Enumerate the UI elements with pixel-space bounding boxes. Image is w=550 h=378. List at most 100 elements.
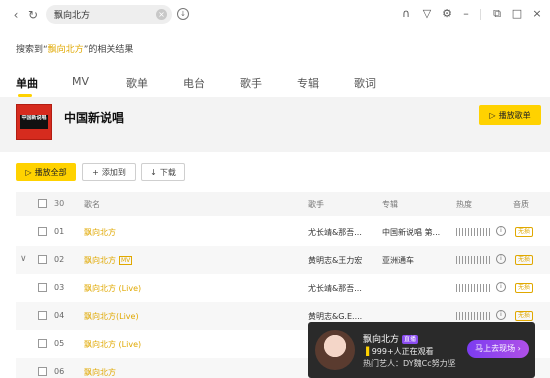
popup-title-line: 飘向北方 直播	[363, 332, 419, 345]
row-number: 03	[54, 283, 65, 292]
row-checkbox[interactable]	[38, 255, 47, 264]
song-artist[interactable]: 尤长靖&那吾...	[308, 227, 362, 238]
row-checkbox[interactable]	[38, 311, 47, 320]
skin-icon[interactable]: ▽	[420, 7, 434, 21]
play-playlist-label: 播放歌单	[498, 110, 531, 120]
download-button[interactable]: ↓ 下载	[141, 163, 185, 181]
play-playlist-button[interactable]: ▷ 播放歌单	[479, 105, 541, 125]
row-checkbox[interactable]	[38, 227, 47, 236]
row-number: 01	[54, 227, 65, 236]
plus-icon: +	[92, 167, 99, 177]
song-count: 30	[54, 199, 65, 208]
mini-player-icon[interactable]: ⧉	[490, 7, 504, 21]
select-all-checkbox[interactable]	[38, 199, 47, 208]
heat-bar	[456, 228, 490, 236]
search-box[interactable]: 飘向北方 ×	[46, 5, 172, 24]
popup-title: 飘向北方	[363, 335, 400, 345]
album-card[interactable]: 中国新说唱 中国新说唱 ▷ 播放歌单	[0, 97, 550, 152]
header-album: 专辑	[382, 200, 398, 209]
song-artist[interactable]: 黄明志&王力宏	[308, 255, 362, 266]
row-number: 04	[54, 311, 65, 320]
divider	[480, 9, 481, 20]
download-label: 下载	[159, 167, 176, 177]
info-icon[interactable]: i	[496, 310, 506, 320]
tab-songs[interactable]: 单曲	[16, 75, 38, 91]
heat-bar	[456, 284, 490, 292]
album-title[interactable]: 中国新说唱	[64, 109, 124, 126]
chevron-down-icon[interactable]: ∨	[20, 254, 27, 264]
info-icon[interactable]: i	[496, 226, 506, 236]
quality-badge: 无损	[515, 227, 534, 237]
settings-icon[interactable]: ⚙	[440, 7, 454, 21]
result-suffix: ”的相关结果	[83, 45, 134, 55]
search-result-summary: 搜索到“飘向北方”的相关结果	[16, 42, 133, 55]
row-number: 06	[54, 367, 65, 376]
quality-badge: 无损	[515, 311, 534, 321]
viewer-count-text: 999+人正在观看	[371, 347, 434, 356]
voice-search-icon[interactable]: ↓	[177, 8, 189, 20]
play-icon: ▷	[25, 167, 32, 177]
tab-mv[interactable]: MV	[72, 75, 89, 88]
song-title[interactable]: 飘向北方	[84, 256, 116, 265]
song-title[interactable]: 飘向北方	[84, 367, 116, 378]
table-row[interactable]: ∨ 02 飘向北方 MV 黄明志&王力宏 亚洲通车 i 无损	[16, 246, 550, 274]
table-row[interactable]: 03 飘向北方 (Live) 尤长靖&那吾... i 无损	[16, 274, 550, 302]
header-quality: 音质	[513, 200, 529, 209]
window-icon[interactable]: □	[510, 7, 524, 21]
close-icon[interactable]: ×	[530, 7, 544, 21]
quality-badge: 无损	[515, 283, 534, 293]
song-title-wrap: 飘向北方 MV	[84, 255, 133, 266]
back-icon[interactable]: ‹	[9, 8, 23, 22]
headphones-icon[interactable]: ∩	[399, 7, 413, 21]
song-artist[interactable]: 黄明志&G.E....	[308, 311, 362, 322]
play-all-button[interactable]: ▷ 播放全部	[16, 163, 76, 181]
viewer-count: ▐ 999+人正在观看	[363, 346, 434, 357]
minimize-icon[interactable]: –	[459, 7, 473, 21]
chevron-right-icon: ›	[517, 344, 521, 353]
equalizer-icon: ▐	[363, 347, 370, 356]
header-artist: 歌手	[308, 200, 324, 209]
album-cover-text: 中国新说唱	[20, 115, 48, 129]
add-to-button[interactable]: + 添加到	[82, 163, 136, 181]
tab-lyrics[interactable]: 歌词	[354, 75, 376, 91]
mv-badge[interactable]: MV	[119, 256, 133, 265]
result-prefix: 搜索到“	[16, 45, 48, 55]
refresh-icon[interactable]: ↻	[26, 8, 40, 22]
album-cover[interactable]: 中国新说唱	[16, 104, 52, 140]
header-title: 歌名	[84, 200, 100, 209]
top-bar: ‹ ↻ 飘向北方 × ↓ ∩ ▽ ⚙ – ⧉ □ ×	[0, 0, 550, 30]
add-to-label: 添加到	[101, 167, 126, 177]
clear-icon[interactable]: ×	[156, 9, 167, 20]
play-all-label: 播放全部	[34, 167, 67, 177]
popular-artist: 热门艺人：DY魏Cc努力坚	[363, 359, 456, 368]
streamer-avatar[interactable]	[315, 330, 355, 370]
song-title[interactable]: 飘向北方(Live)	[84, 311, 139, 322]
go-live-button[interactable]: 马上去现场 ›	[467, 340, 529, 358]
heat-bar	[456, 256, 490, 264]
result-keyword: 飘向北方	[47, 45, 84, 55]
row-checkbox[interactable]	[38, 339, 47, 348]
row-number: 02	[54, 255, 65, 264]
song-title[interactable]: 飘向北方 (Live)	[84, 283, 141, 294]
tab-playlists[interactable]: 歌单	[126, 75, 148, 91]
song-artist[interactable]: 尤长靖&那吾...	[308, 283, 362, 294]
song-album[interactable]: 亚洲通车	[382, 255, 414, 266]
tab-radio[interactable]: 电台	[183, 75, 205, 91]
row-checkbox[interactable]	[38, 283, 47, 292]
row-number: 05	[54, 339, 65, 348]
table-header: 30 歌名 歌手 专辑 热度 音质	[16, 192, 550, 216]
song-title[interactable]: 飘向北方	[84, 227, 116, 238]
info-icon[interactable]: i	[496, 282, 506, 292]
tab-albums[interactable]: 专辑	[297, 75, 319, 91]
table-row[interactable]: 01 飘向北方 尤长靖&那吾... 中国新说唱 第... i 无损	[16, 218, 550, 246]
info-icon[interactable]: i	[496, 254, 506, 264]
quality-badge: 无损	[515, 255, 534, 265]
song-title[interactable]: 飘向北方 (Live)	[84, 339, 141, 350]
tab-artists[interactable]: 歌手	[240, 75, 262, 91]
live-stream-popup[interactable]: 飘向北方 直播 ▐ 999+人正在观看 热门艺人：DY魏Cc努力坚 马上去现场 ›	[308, 322, 535, 378]
download-icon: ↓	[150, 167, 157, 177]
search-input[interactable]: 飘向北方	[54, 8, 90, 21]
play-icon: ▷	[489, 110, 496, 120]
song-album[interactable]: 中国新说唱 第...	[382, 227, 440, 238]
row-checkbox[interactable]	[38, 367, 47, 376]
